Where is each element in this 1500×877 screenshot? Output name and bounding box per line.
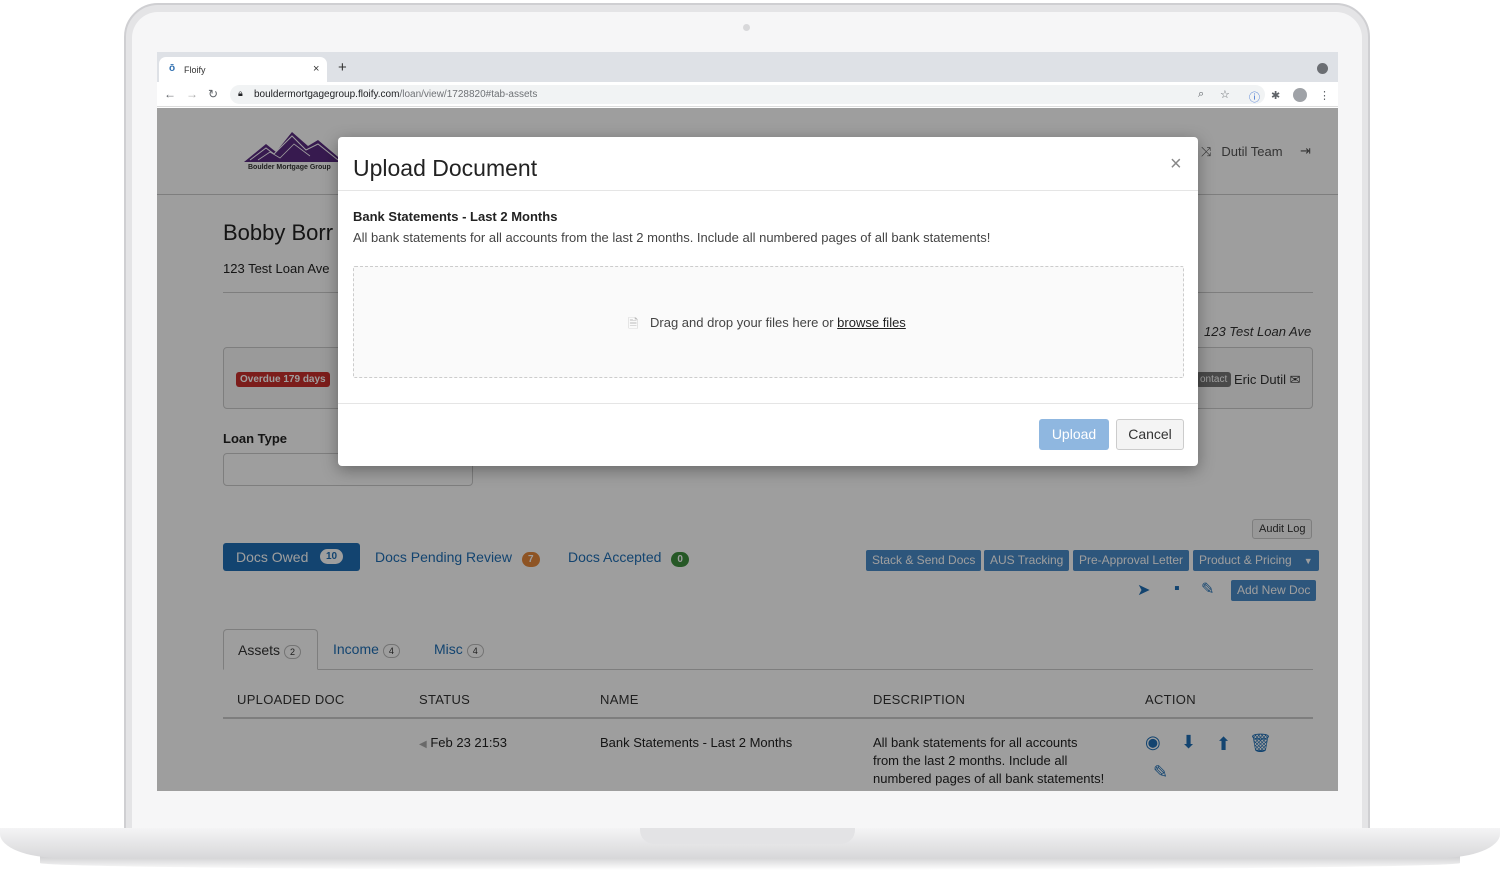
url-text: bouldermortgagegroup.floify.com/loan/vie… [254, 89, 538, 100]
laptop-base-shadow [40, 856, 1460, 870]
browser-tab-title: Floify [184, 65, 206, 75]
close-icon[interactable]: × [1170, 153, 1182, 176]
document-title: Bank Statements - Last 2 Months [353, 209, 558, 224]
zoom-icon[interactable]: ⌕ [1198, 88, 1204, 101]
browse-files-link[interactable]: browse files [837, 315, 906, 330]
lock-icon: 🔒︎ [238, 88, 243, 98]
browser-tabbar: ō Floify × + [157, 52, 1338, 82]
upload-button[interactable]: Upload [1039, 419, 1109, 450]
close-tab-icon[interactable]: × [313, 63, 319, 75]
new-tab-button[interactable]: + [338, 59, 347, 76]
file-dropzone[interactable]: 🗎︎ Drag and drop your files here or brow… [353, 266, 1184, 378]
address-bar[interactable]: 🔒︎ bouldermortgagegroup.floify.com/loan/… [230, 85, 1265, 104]
file-icon: 🗎︎ [628, 316, 639, 331]
camera-icon [743, 24, 750, 31]
browser-tab[interactable]: ō Floify × [159, 57, 327, 82]
back-arrow-icon[interactable]: ← [164, 87, 176, 101]
bookmark-star-icon[interactable]: ☆ [1220, 88, 1230, 101]
upload-document-modal: Upload Document × Bank Statements - Last… [338, 137, 1198, 466]
modal-title: Upload Document [353, 155, 538, 181]
profile-avatar[interactable] [1293, 88, 1307, 102]
forward-arrow-icon[interactable]: → [186, 87, 198, 101]
cancel-button[interactable]: Cancel [1116, 419, 1184, 450]
browser-toolbar: ← → ↻ 🔒︎ bouldermortgagegroup.floify.com… [157, 82, 1338, 107]
tab-search-icon[interactable] [1317, 63, 1328, 74]
dropzone-instructions: Drag and drop your files here or [650, 315, 834, 330]
extensions-puzzle-icon[interactable]: ✱ [1271, 89, 1280, 102]
floify-favicon-icon: ō [169, 63, 176, 74]
reload-icon[interactable]: ↻ [208, 87, 218, 101]
browser-menu-icon[interactable]: ⋮ [1319, 89, 1330, 102]
laptop-notch [640, 828, 855, 844]
modal-header-divider [338, 190, 1198, 191]
dropzone-text: Drag and drop your files here or browse … [650, 315, 906, 330]
screen: ō Floify × + ← → ↻ 🔒︎ bouldermortgagegro… [157, 52, 1338, 791]
document-description: All bank statements for all accounts fro… [353, 230, 991, 245]
modal-footer-divider [338, 403, 1198, 404]
password-extension-icon[interactable]: ⓘ [1249, 89, 1260, 105]
